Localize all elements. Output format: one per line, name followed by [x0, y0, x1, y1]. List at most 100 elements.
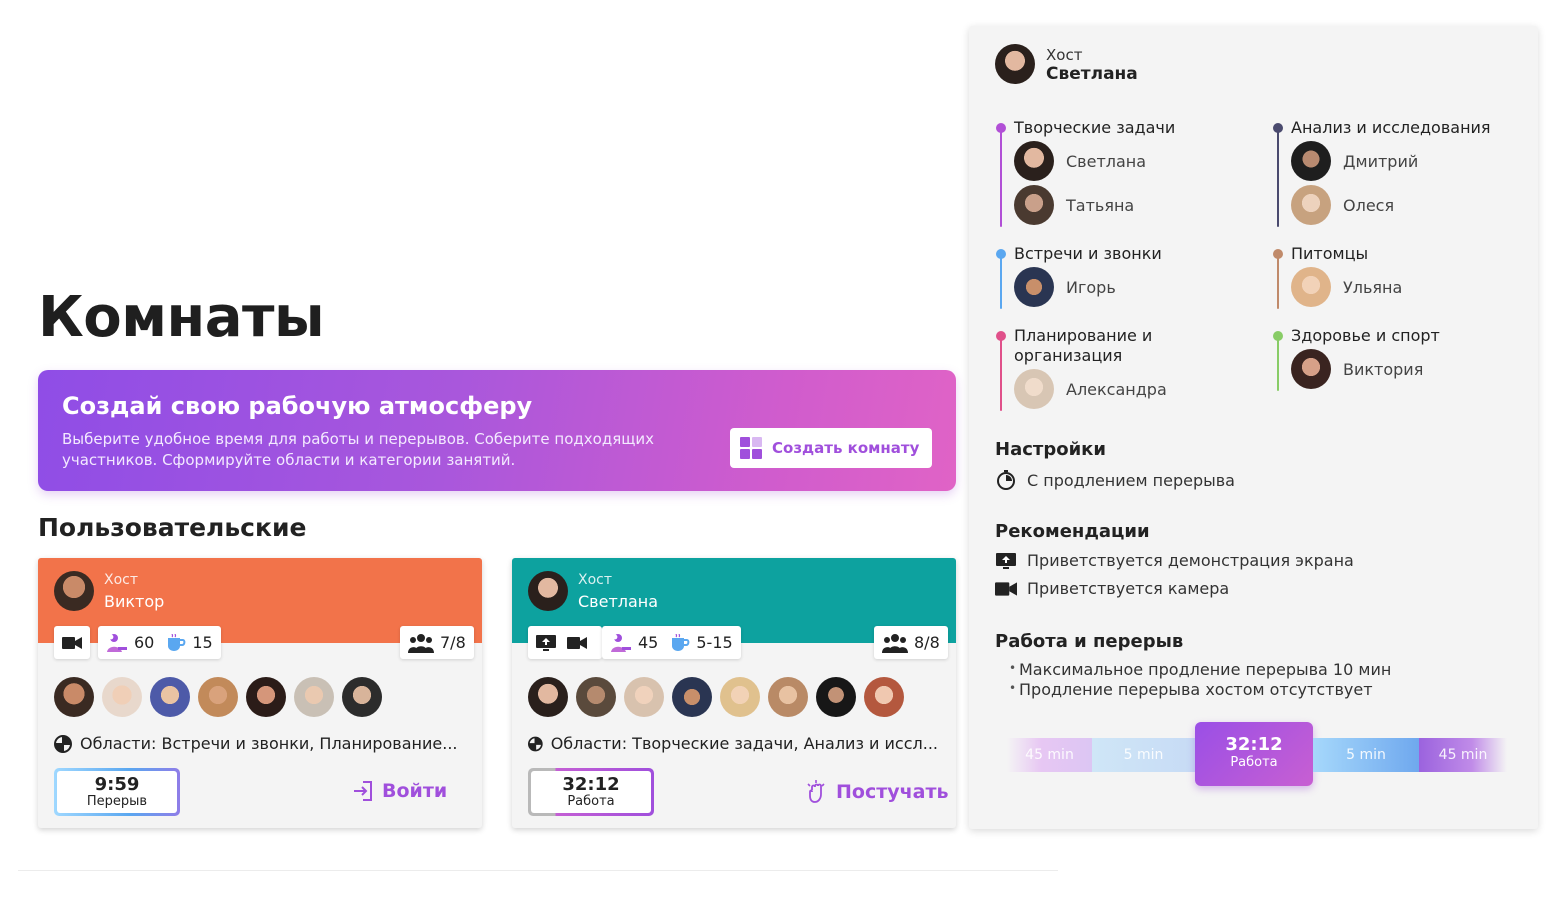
avatar[interactable]: [102, 677, 142, 717]
member-name: Светлана: [1066, 151, 1147, 171]
work-duration: 45: [638, 633, 659, 652]
category-name: Анализ и исследования: [1291, 118, 1491, 137]
room-card[interactable]: Хост Виктор 60 15 7/8 Области: Встречи и…: [38, 558, 482, 828]
timer-label: Перерыв: [86, 794, 148, 809]
work-person-icon: [611, 633, 631, 652]
avatar: [1291, 349, 1331, 389]
category-dot: [1273, 249, 1283, 259]
room-timer: 9:59 Перерыв: [54, 768, 180, 816]
room-areas: Области: Встречи и звонки, Планирование.…: [54, 734, 464, 753]
member-name: Игорь: [1066, 277, 1116, 297]
schedule-segment-work: 45 min: [1007, 738, 1092, 772]
avatar[interactable]: [198, 677, 238, 717]
section-title: Пользовательские: [38, 513, 307, 542]
host-label: Хост: [578, 572, 613, 588]
avatar: [1291, 267, 1331, 307]
create-room-label: Создать комнату: [772, 439, 920, 457]
break-duration: 5-15: [696, 633, 733, 652]
avatar[interactable]: [576, 677, 616, 717]
avatar[interactable]: [768, 677, 808, 717]
capacity-chip: 7/8: [400, 626, 474, 659]
category-member: Татьяна: [1014, 185, 1134, 225]
avatar: [1014, 185, 1054, 225]
create-room-button[interactable]: Создать комнату: [730, 428, 932, 468]
avatar: [54, 571, 94, 611]
schedule-current-time: 32:12: [1225, 734, 1283, 755]
timer-time: 9:59: [94, 774, 140, 795]
capacity-count: 8/8: [914, 633, 940, 652]
avatar: [1014, 369, 1054, 409]
areas-icon: [54, 734, 72, 753]
enter-room-button[interactable]: Войти: [352, 780, 447, 802]
category-member: Олеся: [1291, 185, 1394, 225]
media-chip: [528, 626, 602, 659]
areas-text: Области: Творческие задачи, Анализ и исс…: [550, 734, 938, 753]
coffee-icon: [672, 633, 690, 651]
member-name: Татьяна: [1066, 195, 1135, 215]
category-member: Александра: [1014, 369, 1167, 409]
areas-icon: [528, 736, 543, 751]
room-details-panel: Хост Светлана Творческие задачи Светлана…: [969, 26, 1538, 829]
knock-hand-icon: [807, 780, 825, 803]
host-name: Светлана: [1046, 64, 1138, 84]
category-member: Виктория: [1291, 349, 1423, 389]
member-name: Ульяна: [1343, 277, 1403, 297]
timer-label: Работа: [567, 794, 615, 809]
settings-item-label: С продлением перерыва: [1027, 470, 1235, 490]
avatar[interactable]: [294, 677, 334, 717]
knock-label: Постучать: [836, 781, 949, 803]
people-icon: [882, 633, 908, 653]
work-duration: 60: [134, 633, 155, 652]
avatar[interactable]: [720, 677, 760, 717]
timer-time: 32:12: [562, 774, 620, 795]
camera-icon: [62, 636, 82, 649]
recommendation-item: Приветствуется демонстрация экрана: [995, 551, 1354, 570]
avatar[interactable]: [150, 677, 190, 717]
host-label: Хост: [1046, 46, 1083, 64]
timer-icon: [997, 470, 1015, 490]
work-person-icon: [107, 633, 127, 652]
avatar[interactable]: [624, 677, 664, 717]
content-divider: [18, 870, 1058, 880]
avatar[interactable]: [816, 677, 856, 717]
category-member: Светлана: [1014, 141, 1146, 181]
avatar: [1014, 141, 1054, 181]
avatar: [1014, 267, 1054, 307]
avatar[interactable]: [54, 677, 94, 717]
time-chip: 60 15: [98, 626, 221, 659]
schedule-timeline: 45 min 5 min 32:12 Работа 5 min 45 min: [1007, 722, 1507, 786]
category-dot: [996, 249, 1006, 259]
banner-title: Создай свою рабочую атмосферу: [62, 392, 533, 420]
room-areas: Области: Творческие задачи, Анализ и исс…: [528, 734, 938, 753]
avatar[interactable]: [672, 677, 712, 717]
avatar[interactable]: [864, 677, 904, 717]
camera-chip: [54, 626, 90, 659]
page-title: Комнаты: [38, 285, 325, 350]
schedule-segment-work: 45 min: [1419, 738, 1507, 772]
avatar[interactable]: [342, 677, 382, 717]
knock-button[interactable]: Постучать: [806, 780, 949, 804]
screen-share-icon: [996, 552, 1016, 569]
capacity-chip: 8/8: [874, 626, 948, 659]
participants-list: [54, 677, 382, 717]
avatar[interactable]: [528, 677, 568, 717]
break-duration: 15: [192, 633, 213, 652]
category-member: Дмитрий: [1291, 141, 1418, 181]
member-name: Дмитрий: [1343, 151, 1419, 171]
schedule-current: 32:12 Работа: [1195, 722, 1313, 786]
host-name: Светлана: [578, 592, 659, 611]
category-dot: [996, 331, 1006, 341]
avatar[interactable]: [246, 677, 286, 717]
member-name: Виктория: [1343, 359, 1424, 379]
member-name: Олеся: [1343, 195, 1395, 215]
room-card[interactable]: Хост Светлана 45 5-15 8/8 Области: Творч…: [512, 558, 956, 828]
avatar: [1291, 185, 1331, 225]
screen-share-icon: [536, 634, 556, 651]
recommendations-title: Рекомендации: [995, 521, 1150, 542]
capacity-count: 7/8: [440, 633, 466, 652]
avatar: [1291, 141, 1331, 181]
create-room-banner: Создай свою рабочую атмосферу Выберите у…: [38, 370, 956, 491]
work-break-title: Работа и перерыв: [995, 631, 1184, 652]
work-break-rule: Продление перерыва хостом отсутствует: [1009, 680, 1373, 699]
category-member: Ульяна: [1291, 267, 1402, 307]
